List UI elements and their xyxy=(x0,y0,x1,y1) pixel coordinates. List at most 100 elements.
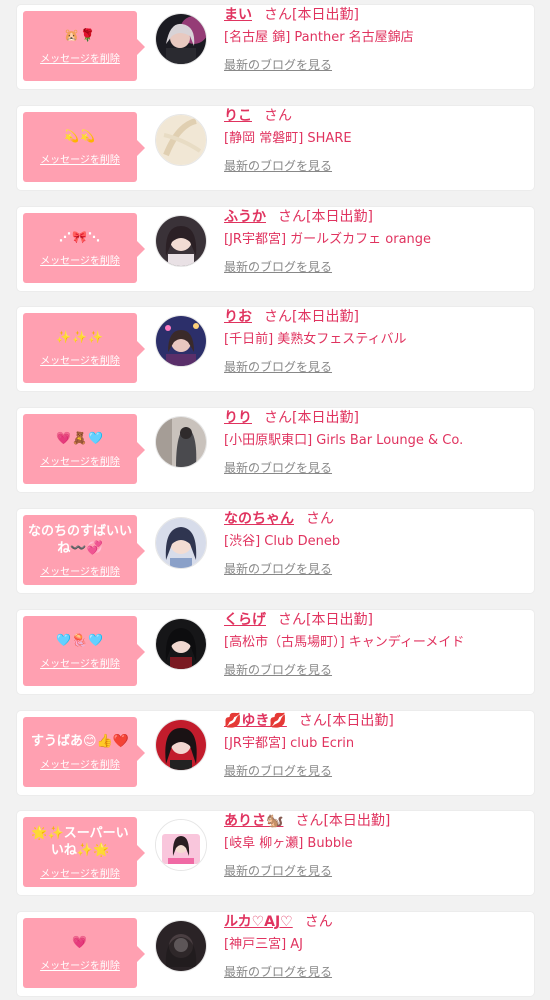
latest-blog-link[interactable]: 最新のブログを見る xyxy=(224,158,332,174)
delete-message-link[interactable]: メッセージを削除 xyxy=(40,563,120,578)
cast-name-link[interactable]: ルカ♡AJ♡ xyxy=(224,914,293,930)
message-bubble: 🌟✨スーパーいいね✨🌟 メッセージを削除 xyxy=(23,817,145,887)
list-item: 💗🧸🩵 メッセージを削除 りり さん[本日出勤] [小田原駅東口] Girls Bar … xyxy=(17,408,534,492)
message-bubble: 💗 メッセージを削除 xyxy=(23,918,145,988)
message-bubble: 💗🧸🩵 メッセージを削除 xyxy=(23,414,145,484)
honorific-label: さん xyxy=(264,410,292,426)
cast-name-link[interactable]: くらげ xyxy=(224,612,266,628)
cast-name-link[interactable]: りお xyxy=(224,309,252,325)
delete-message-link[interactable]: メッセージを削除 xyxy=(40,756,120,771)
cast-info: ふうか さん[本日出勤] [JR宇都宮] ガールズカフェ orange 最新のブログを… xyxy=(224,207,528,287)
cast-name-link[interactable]: 💋ゆき💋 xyxy=(224,713,287,729)
delete-message-link[interactable]: メッセージを削除 xyxy=(40,957,120,972)
latest-blog-link[interactable]: 最新のブログを見る xyxy=(224,57,332,73)
latest-blog-link[interactable]: 最新のブログを見る xyxy=(224,964,332,980)
cast-avatar[interactable] xyxy=(155,114,207,166)
shop-name: [JR宇都宮] club Ecrin xyxy=(224,736,355,751)
working-today-badge: [本日出勤] xyxy=(292,410,359,426)
shop-name: [JR宇都宮] ガールズカフェ orange xyxy=(224,232,432,247)
delete-message-link[interactable]: メッセージを削除 xyxy=(40,655,120,670)
message-text: 🌟✨スーパーいいね✨🌟 xyxy=(31,825,129,858)
message-text: 💗 xyxy=(72,935,88,949)
message-text: ✨✨✨ xyxy=(56,330,104,344)
latest-blog-link[interactable]: 最新のブログを見る xyxy=(224,460,332,476)
list-item: ⋰🎀⋱ メッセージを削除 ふうか さん[本日出勤] [JR宇都宮] ガールズカフェ or… xyxy=(17,207,534,291)
message-bubble: 🩵🪼🩵 メッセージを削除 xyxy=(23,616,145,686)
shop-name: [名古屋 錦] Panther 名古屋錦店 xyxy=(224,30,414,45)
list-item: 🩵🪼🩵 メッセージを削除 くらげ さん[本日出勤] [高松市（古馬場町）] キャンディー… xyxy=(17,610,534,694)
cast-name-link[interactable]: りり xyxy=(224,410,252,426)
cast-name-link[interactable]: ふうか xyxy=(224,209,266,225)
cast-avatar[interactable] xyxy=(155,215,207,267)
message-text: なのちのすばいいね〰️💞 xyxy=(27,523,132,556)
cast-avatar[interactable] xyxy=(155,618,207,670)
honorific-label: さん xyxy=(278,612,306,628)
cast-avatar[interactable] xyxy=(155,315,207,367)
list-item: 🐹🌹 メッセージを削除 まい さん[本日出勤] [名古屋 錦] Panther 名古屋錦… xyxy=(17,5,534,89)
name-row: ふうか さん[本日出勤] xyxy=(224,207,373,227)
latest-blog-link[interactable]: 最新のブログを見る xyxy=(224,763,332,779)
cast-name-link[interactable]: りこ xyxy=(224,108,252,124)
cast-info: りこ さん [静岡 常磐町] SHARE 最新のブログを見る xyxy=(224,106,528,186)
honorific-label: さん xyxy=(304,914,333,930)
working-today-badge: [本日出勤] xyxy=(292,7,359,23)
latest-blog-link[interactable]: 最新のブログを見る xyxy=(224,259,332,275)
cast-avatar[interactable] xyxy=(155,819,207,871)
cast-info: なのちゃん さん [渋谷] Club Deneb 最新のブログを見る xyxy=(224,509,528,589)
cast-avatar[interactable] xyxy=(155,517,207,569)
cast-info: りお さん[本日出勤] [千日前] 美熟女フェスティバル 最新のブログを見る xyxy=(224,307,528,387)
message-bubble: すうばあ😊👍❤️ メッセージを削除 xyxy=(23,717,145,787)
list-item: すうばあ😊👍❤️ メッセージを削除 💋ゆき💋 さん[本日出勤] [JR宇都宮] club… xyxy=(17,711,534,795)
cast-info: まい さん[本日出勤] [名古屋 錦] Panther 名古屋錦店 最新のブログを見る xyxy=(224,5,528,85)
delete-message-link[interactable]: メッセージを削除 xyxy=(40,252,120,267)
message-bubble: ✨✨✨ メッセージを削除 xyxy=(23,313,145,383)
delete-message-link[interactable]: メッセージを削除 xyxy=(40,352,120,367)
latest-blog-link[interactable]: 最新のブログを見る xyxy=(224,359,332,375)
message-text: 💫💫 xyxy=(64,129,96,143)
name-row: りり さん[本日出勤] xyxy=(224,408,359,428)
honorific-label: さん xyxy=(264,108,292,124)
favorite-message-list: 🐹🌹 メッセージを削除 まい さん[本日出勤] [名古屋 錦] Panther 名古屋錦… xyxy=(0,0,550,1000)
latest-blog-link[interactable]: 最新のブログを見る xyxy=(224,662,332,678)
cast-avatar[interactable] xyxy=(155,920,207,972)
shop-name: [渋谷] Club Deneb xyxy=(224,534,341,549)
list-item: 🌟✨スーパーいいね✨🌟 メッセージを削除 ありさ🐿️ さん[本日出勤] [岐阜 柳ヶ瀬]… xyxy=(17,811,534,895)
cast-avatar[interactable] xyxy=(155,13,207,65)
shop-name: [静岡 常磐町] SHARE xyxy=(224,131,352,146)
name-row: りこ さん xyxy=(224,106,292,126)
name-row: ありさ🐿️ さん[本日出勤] xyxy=(224,811,390,831)
cast-name-link[interactable]: ありさ🐿️ xyxy=(224,813,283,829)
delete-message-link[interactable]: メッセージを削除 xyxy=(40,865,120,880)
cast-name-link[interactable]: なのちゃん xyxy=(224,511,294,527)
list-item: 💫💫 メッセージを削除 りこ さん [静岡 常磐町] SHARE 最新のブログを見る xyxy=(17,106,534,190)
honorific-label: さん xyxy=(278,209,306,225)
cast-avatar[interactable] xyxy=(155,416,207,468)
shop-name: [神戸三宮] AJ xyxy=(224,937,304,952)
honorific-label: さん xyxy=(295,813,324,829)
honorific-label: さん xyxy=(306,511,334,527)
message-bubble: 🐹🌹 メッセージを削除 xyxy=(23,11,145,81)
latest-blog-link[interactable]: 最新のブログを見る xyxy=(224,863,332,879)
delete-message-link[interactable]: メッセージを削除 xyxy=(40,50,120,65)
working-today-badge: [本日出勤] xyxy=(323,813,391,829)
name-row: なのちゃん さん xyxy=(224,509,334,529)
shop-name: [小田原駅東口] Girls Bar Lounge & Co. xyxy=(224,433,464,448)
list-item: 💗 メッセージを削除 ルカ♡AJ♡ さん [神戸三宮] AJ 最新のブログを見る xyxy=(17,912,534,996)
delete-message-link[interactable]: メッセージを削除 xyxy=(40,151,120,166)
cast-name-link[interactable]: まい xyxy=(224,7,252,23)
list-item: ✨✨✨ メッセージを削除 りお さん[本日出勤] [千日前] 美熟女フェスティバル 最新の… xyxy=(17,307,534,391)
shop-name: [高松市（古馬場町）] キャンディーメイド xyxy=(224,635,465,650)
honorific-label: さん xyxy=(298,713,327,729)
cast-info: 💋ゆき💋 さん[本日出勤] [JR宇都宮] club Ecrin 最新のブログを見る xyxy=(224,711,528,791)
working-today-badge: [本日出勤] xyxy=(306,612,373,628)
message-text: ⋰🎀⋱ xyxy=(59,230,101,244)
name-row: ルカ♡AJ♡ さん xyxy=(224,912,333,932)
latest-blog-link[interactable]: 最新のブログを見る xyxy=(224,561,332,577)
message-bubble: ⋰🎀⋱ メッセージを削除 xyxy=(23,213,145,283)
name-row: まい さん[本日出勤] xyxy=(224,5,359,25)
honorific-label: さん xyxy=(264,309,292,325)
cast-info: りり さん[本日出勤] [小田原駅東口] Girls Bar Lounge & Co… xyxy=(224,408,528,488)
cast-avatar[interactable] xyxy=(155,719,207,771)
shop-name: [千日前] 美熟女フェスティバル xyxy=(224,332,407,347)
delete-message-link[interactable]: メッセージを削除 xyxy=(40,453,120,468)
